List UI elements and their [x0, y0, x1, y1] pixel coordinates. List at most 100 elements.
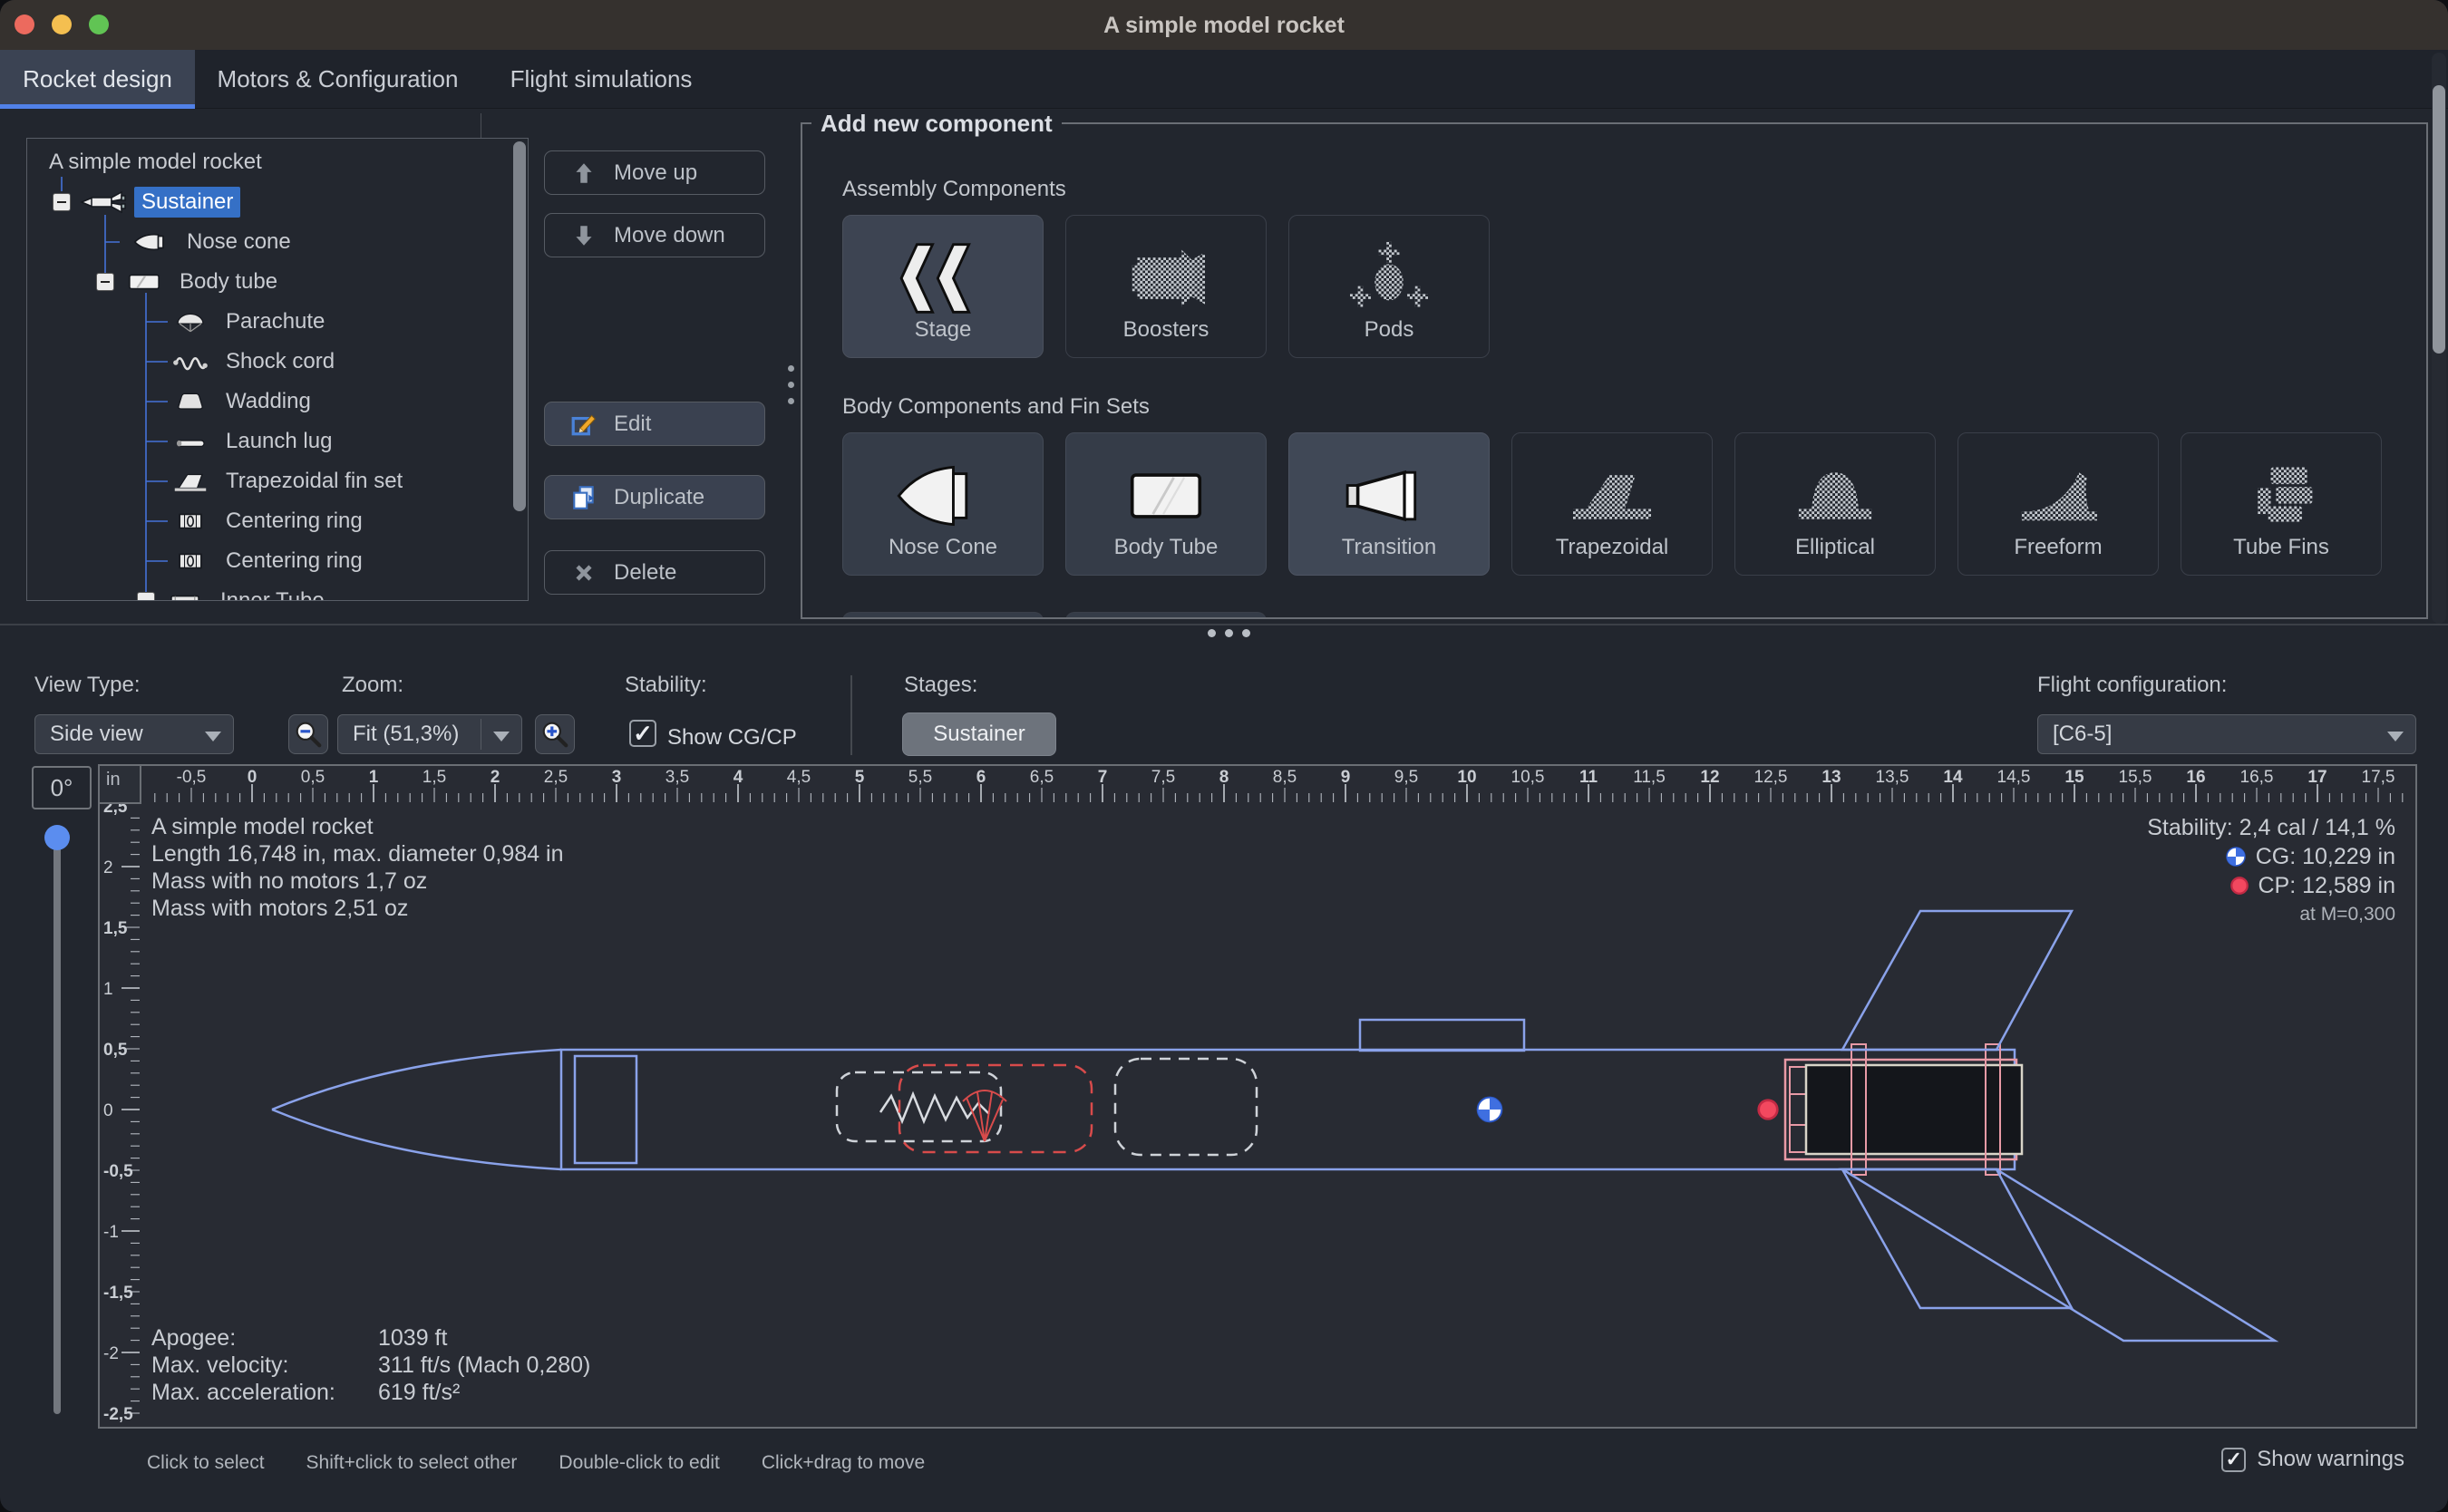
rotation-slider-track[interactable]	[53, 834, 61, 1414]
svg-text:-2,5: -2,5	[103, 1405, 133, 1424]
add-nose-cone-button[interactable]: Nose Cone	[842, 432, 1044, 576]
add-trapezoidal-fin-button[interactable]: Trapezoidal	[1511, 432, 1713, 576]
horizontal-splitter[interactable]	[0, 624, 2448, 625]
add-body-tube-button[interactable]: Body Tube	[1065, 432, 1267, 576]
tree-row-nose-cone[interactable]: Nose cone	[27, 222, 528, 262]
show-cgcp-label: Show CG/CP	[667, 725, 797, 751]
arrow-down-icon	[570, 222, 597, 249]
add-component-button-partial[interactable]	[842, 612, 1044, 619]
tree-item-label: Nose cone	[180, 227, 298, 257]
svg-text:8,5: 8,5	[1273, 768, 1297, 787]
add-component-panel: Assembly Components Stage Boosters Pods …	[801, 122, 2428, 619]
view-type-dropdown[interactable]: Side view	[34, 714, 234, 754]
tree-row-centering-ring-1[interactable]: Centering ring	[27, 501, 528, 541]
zoom-dropdown[interactable]: Fit (51,3%)	[337, 714, 522, 754]
collapse-toggle-icon[interactable]	[53, 193, 71, 211]
rotation-slider-knob[interactable]	[44, 825, 70, 850]
tree-row-centering-ring-2[interactable]: Centering ring	[27, 541, 528, 581]
cp-marker-icon	[1759, 1100, 1778, 1119]
tree-scrollbar[interactable]	[513, 141, 526, 511]
move-up-button[interactable]: Move up	[544, 150, 765, 195]
tree-root-row[interactable]: A simple model rocket	[27, 142, 528, 182]
trapezoidal-fin-icon	[1559, 457, 1665, 535]
inner-tube-icon	[164, 588, 206, 601]
svg-text:11,5: 11,5	[1633, 768, 1666, 787]
tree-row-wadding[interactable]: Wadding	[27, 382, 528, 422]
body-tube-outline	[561, 1050, 2015, 1169]
edit-button[interactable]: Edit	[544, 402, 765, 446]
shock-cord-zigzag	[880, 1094, 989, 1121]
svg-text:17,5: 17,5	[2362, 768, 2395, 787]
add-freeform-fin-button[interactable]: Freeform	[1957, 432, 2159, 576]
body-tube-icon	[123, 269, 165, 295]
horizontal-ruler: -1-0,500,511,522,533,544,555,566,577,588…	[100, 766, 2417, 804]
tab-motors-configuration[interactable]: Motors & Configuration	[195, 50, 481, 109]
svg-text:0: 0	[248, 768, 257, 787]
tree-row-trapezoidal-fin-set[interactable]: Trapezoidal fin set	[27, 461, 528, 501]
zoom-out-button[interactable]	[288, 714, 328, 754]
svg-text:5,5: 5,5	[908, 768, 932, 787]
delete-button[interactable]: Delete	[544, 550, 765, 595]
tree-item-label: Shock cord	[219, 346, 342, 377]
collapse-toggle-icon[interactable]	[137, 592, 155, 601]
horizontal-splitter-handle[interactable]	[1208, 629, 1250, 637]
tab-rocket-design[interactable]: Rocket design	[0, 50, 195, 109]
body-components-label: Body Components and Fin Sets	[842, 394, 1150, 420]
component-tree[interactable]: A simple model rocket Sustainer Nose con…	[26, 138, 529, 601]
view-type-label: View Type:	[34, 673, 141, 698]
show-cgcp-checkbox[interactable]: ✓	[629, 720, 656, 747]
launch-lug-outline	[1360, 1020, 1524, 1051]
flight-configuration-label: Flight configuration:	[2037, 673, 2227, 698]
svg-text:1: 1	[369, 768, 379, 787]
pods-icon	[1336, 239, 1442, 317]
tree-item-label: Sustainer	[134, 187, 240, 218]
tree-row-launch-lug[interactable]: Launch lug	[27, 422, 528, 461]
svg-text:-0,5: -0,5	[177, 768, 207, 787]
stage-toggle-sustainer[interactable]: Sustainer	[902, 712, 1056, 756]
shock-cord-outline	[837, 1072, 1001, 1141]
chevron-down-icon	[205, 732, 221, 741]
add-boosters-button[interactable]: Boosters	[1065, 215, 1267, 358]
svg-text:14,5: 14,5	[1997, 768, 2031, 787]
add-component-button-partial[interactable]	[1065, 612, 1267, 619]
status-hints: Click to select Shift+click to select ot…	[147, 1452, 925, 1474]
boosters-icon	[1113, 239, 1219, 317]
tree-row-inner-tube[interactable]: Inner Tube	[27, 581, 528, 601]
svg-text:6,5: 6,5	[1030, 768, 1054, 787]
add-tube-fins-button[interactable]: Tube Fins	[2181, 432, 2382, 576]
tab-flight-simulations[interactable]: Flight simulations	[481, 50, 721, 109]
svg-text:4,5: 4,5	[787, 768, 811, 787]
tree-item-label: Launch lug	[219, 426, 339, 457]
vertical-splitter-handle[interactable]	[788, 355, 794, 414]
svg-text:15: 15	[2064, 768, 2084, 787]
tree-row-body-tube[interactable]: Body tube	[27, 262, 528, 302]
flight-configuration-dropdown[interactable]: [C6-5]	[2037, 714, 2416, 754]
window-scrollbar[interactable]	[2432, 53, 2446, 624]
add-pods-button[interactable]: Pods	[1288, 215, 1490, 358]
tree-row-sustainer[interactable]: Sustainer	[27, 182, 528, 222]
svg-text:2: 2	[491, 768, 500, 787]
move-down-button[interactable]: Move down	[544, 213, 765, 257]
rocket-canvas[interactable]: -1-0,500,511,522,533,544,555,566,577,588…	[98, 764, 2417, 1429]
fin-set-outline	[1842, 911, 2275, 1341]
add-stage-button[interactable]: Stage	[842, 215, 1044, 358]
collapse-toggle-icon[interactable]	[96, 273, 114, 291]
tree-row-parachute[interactable]: Parachute	[27, 302, 528, 342]
svg-text:0,5: 0,5	[301, 768, 325, 787]
centering-ring-outline	[1986, 1044, 2000, 1175]
launch-lug-icon	[170, 429, 211, 454]
add-transition-button[interactable]: Transition	[1288, 432, 1490, 576]
add-elliptical-fin-button[interactable]: Elliptical	[1734, 432, 1936, 576]
svg-text:-1: -1	[103, 1223, 119, 1242]
stability-value: Stability: 2,4 cal / 14,1 %	[2147, 813, 2395, 842]
zoom-in-button[interactable]	[535, 714, 575, 754]
nose-cone-outline	[272, 1050, 561, 1169]
chevron-down-icon	[2387, 732, 2404, 741]
show-warnings-checkbox[interactable]: ✓	[2221, 1448, 2246, 1472]
svg-text:7: 7	[1098, 768, 1108, 787]
scrollbar-thumb[interactable]	[2433, 85, 2445, 354]
tree-row-shock-cord[interactable]: Shock cord	[27, 342, 528, 382]
rotation-angle-box[interactable]: 0°	[32, 766, 92, 809]
duplicate-button[interactable]: Duplicate	[544, 475, 765, 519]
delete-cross-icon	[570, 559, 597, 586]
